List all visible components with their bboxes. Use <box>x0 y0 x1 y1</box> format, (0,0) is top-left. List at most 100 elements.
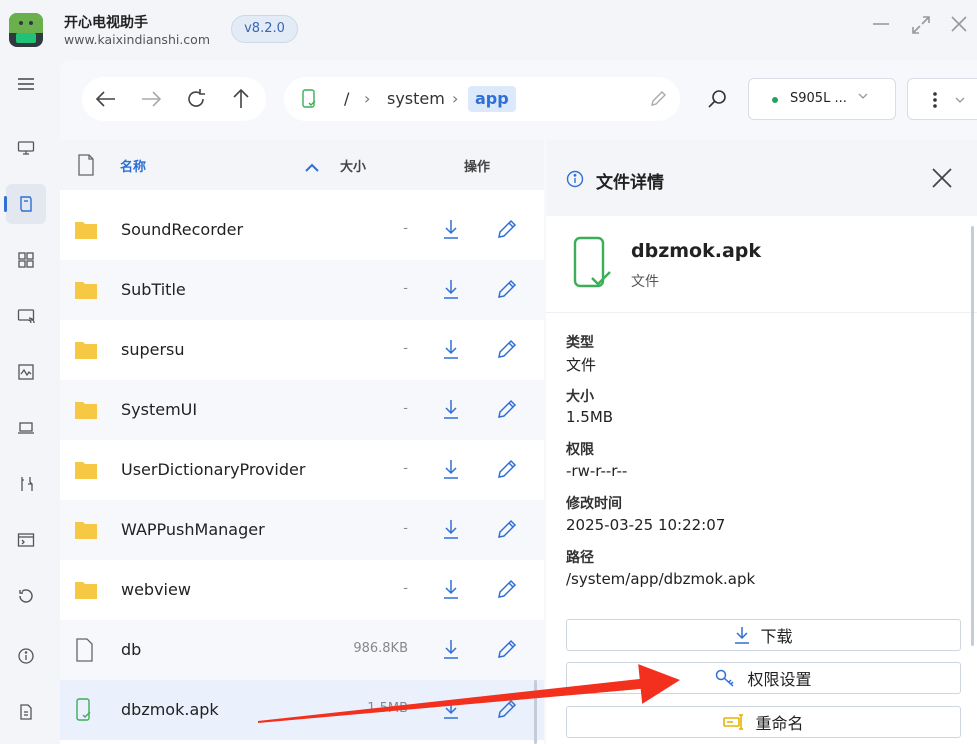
file-row[interactable]: WAPPushManager - <box>60 500 544 560</box>
edit-icon[interactable] <box>496 458 518 482</box>
forward-arrow-icon[interactable] <box>137 85 165 113</box>
folder-icon <box>74 578 98 602</box>
folder-icon <box>74 458 98 482</box>
download-icon[interactable] <box>442 278 464 302</box>
permission-settings-button[interactable]: 权限设置 <box>566 662 961 694</box>
up-arrow-icon[interactable] <box>227 85 255 113</box>
file-row[interactable]: SoundRecorder - <box>60 200 544 260</box>
file-row[interactable]: db 986.8KB <box>60 620 544 680</box>
edit-icon[interactable] <box>496 218 518 242</box>
rename-button[interactable]: 重命名 <box>566 706 961 738</box>
detail-scrollbar[interactable] <box>971 226 974 646</box>
detail-file-kind: 文件 <box>631 274 659 290</box>
list-scrollbar[interactable] <box>534 680 537 744</box>
file-detail-panel: 文件详情 dbzmok.apk 文件 类型 文件 大小 1.5MB 权限 -rw… <box>546 140 977 744</box>
tools-icon[interactable] <box>6 464 46 504</box>
version-badge[interactable]: v8.2.0 <box>231 15 298 43</box>
maximize-icon[interactable] <box>908 14 934 40</box>
file-row[interactable]: UserDictionaryProvider - <box>60 440 544 500</box>
app-logo-icon <box>9 13 43 47</box>
edit-icon[interactable] <box>496 638 518 662</box>
download-icon[interactable] <box>442 638 464 662</box>
file-name: supersu <box>121 340 185 359</box>
key-icon <box>716 669 735 687</box>
download-icon[interactable] <box>442 398 464 422</box>
file-row[interactable]: dbzmok.apk 1.5MB <box>60 680 544 740</box>
edit-icon[interactable] <box>496 698 518 722</box>
screen-cast-icon[interactable] <box>6 296 46 336</box>
edit-icon[interactable] <box>496 338 518 362</box>
download-icon[interactable] <box>442 518 464 542</box>
file-size: - <box>403 221 408 236</box>
apk-file-icon <box>74 698 98 722</box>
chevron-right-icon: › <box>452 89 459 108</box>
file-row[interactable]: webview - <box>60 560 544 620</box>
close-window-icon[interactable] <box>946 14 972 40</box>
permission-label: 权限 <box>566 442 594 458</box>
download-icon[interactable] <box>442 218 464 242</box>
edit-icon[interactable] <box>496 398 518 422</box>
file-row[interactable]: SubTitle - <box>60 260 544 320</box>
file-size: - <box>403 581 408 596</box>
restore-icon[interactable] <box>6 576 46 616</box>
file-column-icon <box>76 154 96 180</box>
download-icon[interactable] <box>442 458 464 482</box>
folder-icon <box>74 218 98 242</box>
download-icon[interactable] <box>442 698 464 722</box>
download-button[interactable]: 下载 <box>566 619 961 651</box>
file-name: db <box>121 640 142 659</box>
file-size: - <box>403 521 408 536</box>
terminal-icon[interactable] <box>6 520 46 560</box>
monitor-icon[interactable] <box>6 128 46 168</box>
close-icon[interactable] <box>930 166 956 192</box>
device-status-dot <box>772 97 778 103</box>
edit-icon[interactable] <box>496 578 518 602</box>
column-name[interactable]: 名称 <box>120 156 146 175</box>
path-bar[interactable]: / › system › app <box>284 77 680 121</box>
refresh-icon[interactable] <box>182 85 210 113</box>
phone-icon <box>300 89 318 113</box>
rename-icon <box>723 714 744 730</box>
edit-path-icon[interactable] <box>648 89 668 113</box>
detail-file-name: dbzmok.apk <box>631 240 762 262</box>
type-value: 文件 <box>566 356 597 374</box>
file-list: 名称 大小 操作 SoundRecorder - SubTitle - supersu -… <box>60 140 544 744</box>
apk-file-icon <box>570 236 618 294</box>
size-label: 大小 <box>566 389 594 405</box>
download-icon[interactable] <box>442 578 464 602</box>
file-name: WAPPushManager <box>121 520 265 539</box>
apps-icon[interactable] <box>6 240 46 280</box>
search-icon[interactable] <box>702 84 732 114</box>
chevron-right-icon: › <box>364 89 371 108</box>
minimize-icon[interactable] <box>868 14 894 40</box>
permission-value: -rw-r--r-- <box>566 462 628 480</box>
file-size: - <box>403 341 408 356</box>
path-root[interactable]: / <box>344 89 349 108</box>
edit-icon[interactable] <box>496 278 518 302</box>
more-menu-button[interactable] <box>907 78 977 120</box>
path-segment[interactable]: system <box>387 89 445 108</box>
laptop-icon[interactable] <box>6 408 46 448</box>
monitor-chart-icon[interactable] <box>6 352 46 392</box>
size-value: 1.5MB <box>566 408 614 426</box>
file-row[interactable]: SystemUI - <box>60 380 544 440</box>
file-size: - <box>403 281 408 296</box>
sort-ascending-icon[interactable] <box>304 158 320 177</box>
edit-icon[interactable] <box>496 518 518 542</box>
column-size[interactable]: 大小 <box>340 156 366 175</box>
file-manager-icon[interactable] <box>4 184 46 224</box>
device-selector[interactable]: S905L ... <box>748 78 896 120</box>
divider <box>546 312 977 313</box>
document-icon[interactable] <box>6 692 46 732</box>
file-name: SystemUI <box>121 400 198 419</box>
download-label: 下载 <box>760 627 793 646</box>
file-row[interactable]: supersu - <box>60 320 544 380</box>
download-icon[interactable] <box>442 338 464 362</box>
info-icon[interactable] <box>6 636 46 676</box>
back-arrow-icon[interactable] <box>92 85 120 113</box>
path-current[interactable]: app <box>468 86 516 112</box>
file-name: dbzmok.apk <box>121 700 219 719</box>
menu-icon[interactable] <box>6 64 46 104</box>
download-icon <box>735 627 750 644</box>
permission-settings-label: 权限设置 <box>747 670 812 689</box>
